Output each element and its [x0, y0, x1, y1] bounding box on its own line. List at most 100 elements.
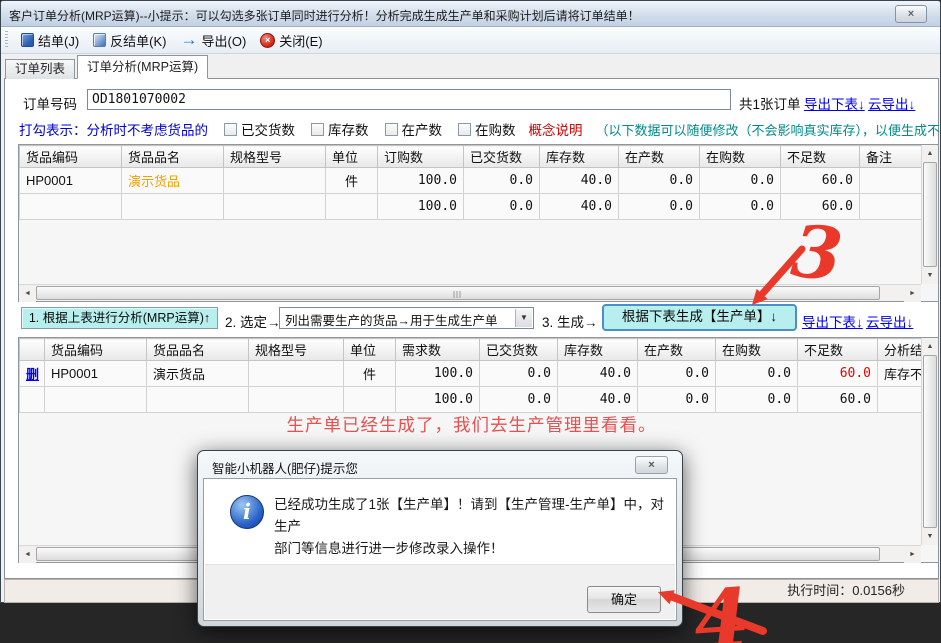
- analysis-table-vertical-scrollbar[interactable]: ▲ ▼: [921, 338, 938, 545]
- scroll-right-icon[interactable]: ►: [904, 546, 921, 563]
- analyze-button[interactable]: 1. 根据上表进行分析(MRP运算)↑: [21, 307, 218, 329]
- reopen-order-book-icon: [93, 33, 106, 47]
- column-header[interactable]: 单位: [326, 146, 378, 168]
- scroll-down-icon[interactable]: ▼: [922, 267, 938, 284]
- cell-delivered[interactable]: 0.0: [464, 168, 540, 194]
- cell-unit[interactable]: 件: [344, 361, 396, 387]
- scrollbar-thumb[interactable]: [36, 286, 880, 300]
- checkbox-stock[interactable]: [311, 123, 324, 136]
- column-header-delete: [20, 339, 45, 361]
- order-table-vertical-scrollbar[interactable]: ▲ ▼: [921, 145, 938, 284]
- cell-ordered-qty[interactable]: 100.0: [378, 168, 464, 194]
- cell-spec[interactable]: [224, 168, 326, 194]
- total-cell: 100.0: [378, 194, 464, 220]
- checkbox-in-production[interactable]: [385, 123, 398, 136]
- cell-in-production[interactable]: 0.0: [619, 168, 700, 194]
- table-row[interactable]: HP0001 演示货品 件 100.0 0.0 40.0 0.0 0.0 60.…: [20, 168, 922, 194]
- column-header[interactable]: 货品编码: [45, 339, 147, 361]
- column-header[interactable]: 已交货数: [480, 339, 558, 361]
- cell-in-purchase[interactable]: 0.0: [700, 168, 781, 194]
- toolbar-button-export[interactable]: → 导出(O): [174, 29, 254, 52]
- column-header[interactable]: 已交货数: [464, 146, 540, 168]
- cell-code[interactable]: HP0001: [45, 361, 147, 387]
- column-header[interactable]: 在购数: [700, 146, 781, 168]
- window-titlebar[interactable]: 客户订单分析(MRP运算)--小提示：可以勾选多张订单同时进行分析！分析完成生成…: [1, 1, 940, 27]
- close-icon: ×: [648, 459, 654, 471]
- cell-shortage[interactable]: 60.0: [798, 361, 878, 387]
- cell-delivered[interactable]: 0.0: [480, 361, 558, 387]
- column-header[interactable]: 在购数: [716, 339, 798, 361]
- column-header[interactable]: 在产数: [619, 146, 700, 168]
- cell-spec[interactable]: [249, 361, 344, 387]
- column-header[interactable]: 规格型号: [224, 146, 326, 168]
- column-header[interactable]: 库存数: [540, 146, 619, 168]
- column-header[interactable]: 货品品名: [147, 339, 249, 361]
- column-header[interactable]: 货品品名: [122, 146, 224, 168]
- concept-explain-link[interactable]: 概念说明: [529, 119, 583, 139]
- cell-stock[interactable]: 40.0: [558, 361, 638, 387]
- column-header[interactable]: 备注: [860, 146, 922, 168]
- total-cell: [45, 387, 147, 413]
- cell-name[interactable]: 演示货品: [147, 361, 249, 387]
- tab-order-analysis[interactable]: 订单分析(MRP运算): [77, 55, 208, 79]
- scroll-down-icon[interactable]: ▼: [922, 528, 938, 545]
- checkbox-in-purchase[interactable]: [458, 123, 471, 136]
- total-cell: [344, 387, 396, 413]
- delete-row-link[interactable]: 删: [26, 367, 39, 382]
- toolbar-button-close[interactable]: × 关闭(E): [253, 29, 329, 52]
- total-cell: [147, 387, 249, 413]
- column-header[interactable]: 库存数: [558, 339, 638, 361]
- order-count-text: 共1张订单: [739, 93, 801, 113]
- export-table-link-top[interactable]: 导出下表↓: [804, 93, 865, 113]
- cell-in-production[interactable]: 0.0: [638, 361, 716, 387]
- tab-order-list[interactable]: 订单列表: [5, 59, 75, 79]
- column-header[interactable]: 不足数: [798, 339, 878, 361]
- checkbox-delivered-label: 已交货数: [241, 119, 295, 139]
- cell-demand[interactable]: 100.0: [396, 361, 480, 387]
- table-row[interactable]: 删 HP0001 演示货品 件 100.0 0.0 40.0 0.0 0.0 6…: [20, 361, 922, 387]
- order-table-horizontal-scrollbar[interactable]: ◄ ►: [19, 284, 921, 301]
- column-header[interactable]: 需求数: [396, 339, 480, 361]
- column-header[interactable]: 不足数: [781, 146, 860, 168]
- chevron-down-icon[interactable]: ▼: [515, 309, 532, 327]
- ok-button[interactable]: 确定: [587, 586, 661, 613]
- scrollbar-thumb[interactable]: [923, 355, 937, 528]
- info-icon: i: [230, 495, 264, 529]
- export-table-link-bottom[interactable]: 导出下表↓: [802, 311, 863, 331]
- checkbox-delivered[interactable]: [224, 123, 237, 136]
- robot-tip-dialog: 智能小机器人(肥仔)提示您 × i 已经成功生成了1张【生产单】！请到【生产管理…: [197, 450, 683, 627]
- cell-code[interactable]: HP0001: [20, 168, 122, 194]
- column-header[interactable]: 在产数: [638, 339, 716, 361]
- scroll-up-icon[interactable]: ▲: [922, 338, 938, 355]
- column-header[interactable]: 单位: [344, 339, 396, 361]
- window-close-button[interactable]: ×: [895, 5, 927, 23]
- column-header[interactable]: 货品编码: [20, 146, 122, 168]
- order-number-input[interactable]: [87, 89, 731, 110]
- close-icon: ×: [908, 8, 914, 20]
- cloud-export-link-top[interactable]: 云导出↓: [868, 93, 915, 113]
- cloud-export-link-bottom[interactable]: 云导出↓: [866, 311, 913, 331]
- column-header[interactable]: 规格型号: [249, 339, 344, 361]
- cell-stock[interactable]: 40.0: [540, 168, 619, 194]
- cell-name[interactable]: 演示货品: [122, 168, 224, 194]
- total-cell: [122, 194, 224, 220]
- scrollbar-thumb[interactable]: [923, 162, 937, 267]
- cell-unit[interactable]: 件: [326, 168, 378, 194]
- toolbar-button-settle[interactable]: 结单(J): [14, 29, 86, 52]
- cell-analysis-result[interactable]: 库存不足: [878, 361, 922, 387]
- column-header[interactable]: 分析结果: [878, 339, 922, 361]
- dialog-close-button[interactable]: ×: [635, 456, 668, 474]
- scroll-right-icon[interactable]: ►: [904, 285, 921, 302]
- toolbar-button-unsettle[interactable]: 反结单(K): [86, 29, 173, 52]
- scroll-left-icon[interactable]: ◄: [19, 285, 36, 302]
- dialog-title: 智能小机器人(肥仔)提示您: [212, 458, 358, 477]
- cell-in-purchase[interactable]: 0.0: [716, 361, 798, 387]
- generate-production-order-button[interactable]: 根据下表生成【生产单】↓: [602, 304, 797, 331]
- product-filter-dropdown[interactable]: 列出需要生产的货品→用于生成生产单 ▼: [279, 307, 534, 329]
- scroll-up-icon[interactable]: ▲: [922, 145, 938, 162]
- scroll-left-icon[interactable]: ◄: [19, 546, 36, 563]
- cell-remark[interactable]: [860, 168, 922, 194]
- checkbox-in-production-label: 在产数: [402, 119, 443, 139]
- column-header[interactable]: 订购数: [378, 146, 464, 168]
- cell-shortage[interactable]: 60.0: [781, 168, 860, 194]
